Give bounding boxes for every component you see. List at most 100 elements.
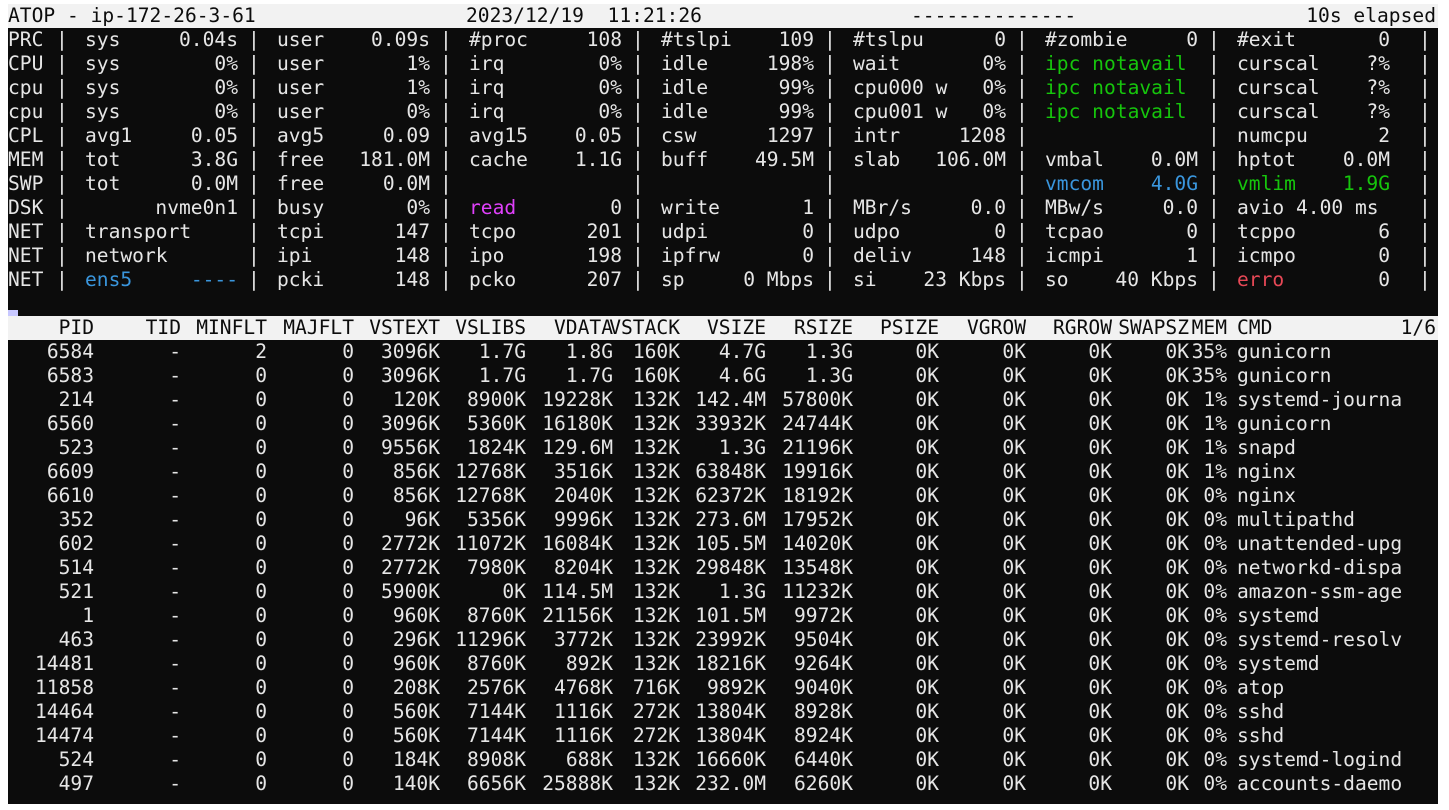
metric-key: free xyxy=(277,148,325,171)
table-cell-cmd: systemd-logind xyxy=(1237,748,1403,771)
table-cell-psize: 0K xyxy=(915,340,939,363)
table-cell-pid: 11858 xyxy=(35,676,94,699)
table-row[interactable]: 352 - 0 0 96K 5356K 9996K 132K 273.6M 17952K 0K 0K 0… xyxy=(8,508,1438,532)
table-cell-rsize: 14020K xyxy=(782,532,853,555)
metric-key: avg5 xyxy=(277,124,325,147)
table-cell-mem: 35% xyxy=(1191,364,1227,387)
table-row[interactable]: 1 - 0 0 960K 8760K 21156K 132K 101.5M 9972K 0K 0K 0K… xyxy=(8,604,1438,628)
metric-key: #exit xyxy=(1237,28,1296,51)
column-header-vslibs[interactable]: VSLIBS xyxy=(455,316,526,340)
table-row[interactable]: 524 - 0 0 184K 8908K 688K 132K 16660K 6440K 0K 0K 0K… xyxy=(8,748,1438,772)
metric-key: free xyxy=(277,172,325,195)
column-separator: | xyxy=(248,28,260,51)
table-cell-mem: 0% xyxy=(1203,772,1227,795)
table-cell-vsize: 23992K xyxy=(695,628,766,651)
table-cell-rsize: 8924K xyxy=(794,724,853,747)
metric-key: #tslpu xyxy=(853,28,924,51)
column-separator: | xyxy=(440,244,452,267)
column-header-psize[interactable]: PSIZE xyxy=(880,316,939,340)
table-cell-vslibs: 8900K xyxy=(467,388,526,411)
column-header-vstack[interactable]: VSTACK xyxy=(609,316,680,340)
table-row[interactable]: 523 - 0 0 9556K 1824K 129.6M 132K 1.3G 21196K 0K 0K… xyxy=(8,436,1438,460)
table-cell-vstext: 5900K xyxy=(381,580,440,603)
table-cell-minflt: 0 xyxy=(255,364,267,387)
table-row[interactable]: 497 - 0 0 140K 6656K 25888K 132K 232.0M 6260K 0K 0K… xyxy=(8,772,1438,796)
table-cell-rgrow: 0K xyxy=(1088,676,1112,699)
column-header-vstext[interactable]: VSTEXT xyxy=(369,316,440,340)
table-cell-vsize: 142.4M xyxy=(695,388,766,411)
column-header-vdata[interactable]: VDATA xyxy=(554,316,613,340)
table-cell-majflt: 0 xyxy=(342,388,354,411)
column-separator: | xyxy=(632,268,644,291)
table-row[interactable]: 463 - 0 0 296K 11296K 3772K 132K 23992K 9504K 0K 0K… xyxy=(8,628,1438,652)
column-header-cmd[interactable]: CMD xyxy=(1237,316,1272,340)
table-cell-vstext: 960K xyxy=(392,604,440,627)
table-row[interactable]: 14481 - 0 0 960K 8760K 892K 132K 18216K 9264K 0K 0K… xyxy=(8,652,1438,676)
metric-value: 0 xyxy=(802,220,814,243)
table-cell-majflt: 0 xyxy=(342,724,354,747)
row-label: NET xyxy=(8,268,44,291)
column-header-minflt[interactable]: MINFLT xyxy=(196,316,267,340)
table-cell-mem: 0% xyxy=(1203,652,1227,675)
table-cell-vdata: 16180K xyxy=(542,412,613,435)
metric-key: busy xyxy=(277,196,325,219)
table-cell-mem: 0% xyxy=(1203,628,1227,651)
metric-value: ?% xyxy=(1366,100,1390,123)
column-header-majflt[interactable]: MAJFLT xyxy=(283,316,354,340)
table-cell-vstack: 132K xyxy=(632,460,680,483)
column-header-rgrow[interactable]: RGROW xyxy=(1053,316,1112,340)
table-cell-vstack: 132K xyxy=(632,436,680,459)
column-separator: | xyxy=(632,220,644,243)
table-row[interactable]: 214 - 0 0 120K 8900K 19228K 132K 142.4M 57800K 0K 0… xyxy=(8,388,1438,412)
atop-header-bar: ATOP - ip-172-26-3-61 2023/12/19 11:21:2… xyxy=(8,4,1438,28)
column-separator: | xyxy=(56,268,68,291)
table-cell-vstext: 560K xyxy=(392,700,440,723)
column-header-tid[interactable]: TID xyxy=(146,316,181,340)
table-row[interactable]: 6584 - 2 0 3096K 1.7G 1.8G 160K 4.7G 1.3G 0K 0K 0K 0K… xyxy=(8,340,1438,364)
column-header-rsize[interactable]: RSIZE xyxy=(794,316,853,340)
table-cell-majflt: 0 xyxy=(342,484,354,507)
table-cell-psize: 0K xyxy=(915,484,939,507)
column-separator: | xyxy=(56,28,68,51)
column-header-swapsz[interactable]: SWAPSZ xyxy=(1118,316,1189,340)
terminal-window[interactable]: ATOP - ip-172-26-3-61 2023/12/19 11:21:2… xyxy=(8,4,1438,804)
metric-value: 0 xyxy=(994,220,1006,243)
table-cell-swapsz: 0K xyxy=(1165,652,1189,675)
table-cell-vdata: 2040K xyxy=(554,484,613,507)
metric-value: 0 xyxy=(1186,28,1198,51)
table-cell-majflt: 0 xyxy=(342,412,354,435)
table-row[interactable]: 14474 - 0 0 560K 7144K 1116K 272K 13804K 8924K 0K 0… xyxy=(8,724,1438,748)
table-cell-cmd: gunicorn xyxy=(1237,340,1332,363)
table-row[interactable]: 11858 - 0 0 208K 2576K 4768K 716K 9892K 9040K 0K 0K… xyxy=(8,676,1438,700)
table-row[interactable]: 602 - 0 0 2772K 11072K 16084K 132K 105.5M 14020K 0… xyxy=(8,532,1438,556)
column-separator: | xyxy=(632,172,644,195)
table-row[interactable]: 6560 - 0 0 3096K 5360K 16180K 132K 33932K 24744K 0… xyxy=(8,412,1438,436)
table-row[interactable]: 514 - 0 0 2772K 7980K 8204K 132K 29848K 13548K 0K 0… xyxy=(8,556,1438,580)
column-separator: | xyxy=(440,124,452,147)
table-cell-vsize: 232.0M xyxy=(695,772,766,795)
column-header-vsize[interactable]: VSIZE xyxy=(707,316,766,340)
metric-value: 1 xyxy=(802,196,814,219)
metric-value: 198 xyxy=(586,244,622,267)
table-cell-vstext: 140K xyxy=(392,772,440,795)
column-separator: | xyxy=(632,124,644,147)
table-row[interactable]: 6583 - 0 0 3096K 1.7G 1.7G 160K 4.6G 1.3G 0K 0K 0K 0K… xyxy=(8,364,1438,388)
metric-value: 0 xyxy=(1378,268,1390,291)
column-header-vgrow[interactable]: VGROW xyxy=(967,316,1026,340)
column-separator: | xyxy=(1419,124,1431,147)
column-header-pid[interactable]: PID xyxy=(59,316,94,340)
table-cell-mem: 1% xyxy=(1203,412,1227,435)
column-separator: | xyxy=(824,76,836,99)
table-row[interactable]: 14464 - 0 0 560K 7144K 1116K 272K 13804K 8928K 0K 0… xyxy=(8,700,1438,724)
table-cell-majflt: 0 xyxy=(342,508,354,531)
column-separator: | xyxy=(1208,100,1220,123)
table-row[interactable]: 521 - 0 0 5900K 0K 114.5M 132K 1.3G 11232K 0K 0K 0K 0… xyxy=(8,580,1438,604)
table-cell-swapsz: 0K xyxy=(1165,772,1189,795)
table-cell-pid: 523 xyxy=(58,436,94,459)
table-cell-minflt: 0 xyxy=(255,484,267,507)
table-cell-minflt: 0 xyxy=(255,772,267,795)
table-row[interactable]: 6609 - 0 0 856K 12768K 3516K 132K 63848K 19916K 0K… xyxy=(8,460,1438,484)
table-row[interactable]: 6610 - 0 0 856K 12768K 2040K 132K 62372K 18192K 0K… xyxy=(8,484,1438,508)
column-header-mem[interactable]: MEM xyxy=(1192,316,1227,340)
column-separator: | xyxy=(440,268,452,291)
